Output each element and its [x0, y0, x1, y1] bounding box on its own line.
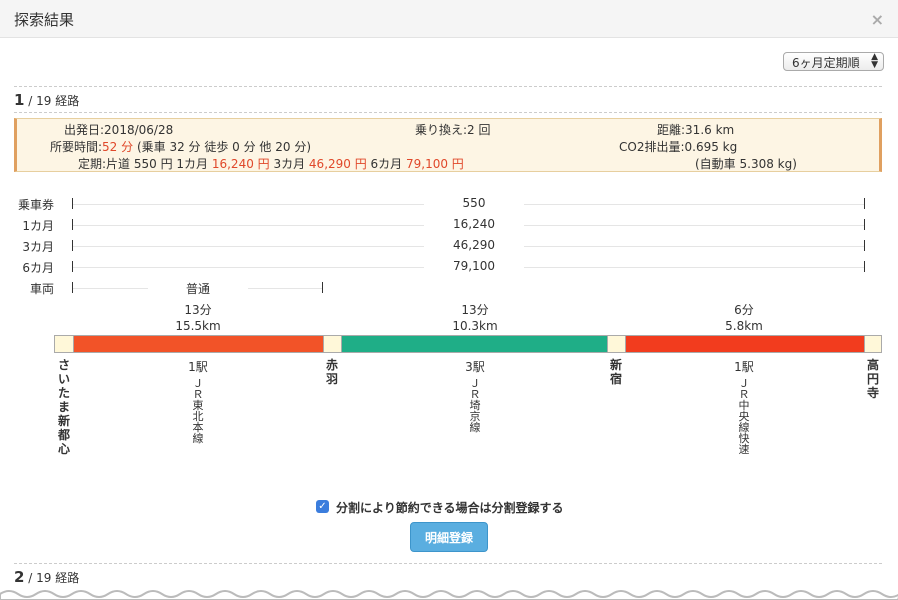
station-marker: [323, 335, 342, 353]
modal-header: 探索結果 ×: [0, 0, 898, 38]
time-detail: (乗車 32 分 徒歩 0 分 他 20 分): [133, 140, 312, 154]
time-value: 52 分: [102, 140, 134, 154]
pass-prefix: 定期:片道 550 円 1カ月: [78, 157, 212, 171]
sort-select[interactable]: 6ヶ月定期順 ▲ ▼: [783, 52, 884, 71]
line-segment: [626, 335, 864, 353]
route-summary: 出発日:2018/06/28 乗り換え:2 回 距離:31.6 km 所要時間:…: [14, 118, 882, 172]
split-checkbox[interactable]: ✓: [316, 500, 329, 513]
divider: [14, 112, 882, 113]
modal-title: 探索結果: [14, 11, 75, 29]
route-total: / 19 経路: [24, 94, 80, 108]
distance: 距離:31.6 km: [657, 123, 735, 137]
departure-date: 出発日:2018/06/28: [64, 123, 174, 137]
fare-value: 550: [424, 196, 524, 210]
fare-label: 1カ月: [22, 219, 54, 233]
close-icon[interactable]: ×: [871, 10, 884, 29]
fare-value: 79,100: [424, 259, 524, 273]
fare-label: 3カ月: [22, 240, 54, 254]
route-header-1: 1 / 19 経路: [14, 91, 79, 109]
line-name: ＪＲ埼京線: [469, 377, 481, 434]
time-label: 所要時間:: [50, 140, 103, 154]
line-segment: [342, 335, 607, 353]
fare-value: 46,290: [424, 238, 524, 252]
fare-label: 6カ月: [22, 261, 54, 275]
pass-1m: 16,240 円: [211, 157, 270, 171]
pass-3m-label: 3カ月: [269, 157, 309, 171]
line-name: ＪＲ中央線快速: [738, 377, 750, 456]
sort-selected: 6ヶ月定期順: [792, 56, 860, 70]
stop-count: 1駅: [188, 360, 208, 374]
fare-label: 車両: [29, 282, 54, 296]
route-total: / 19 経路: [24, 571, 80, 585]
pass-6m-label: 6カ月: [366, 157, 406, 171]
car-tick: [322, 282, 323, 293]
station-name: 赤羽: [325, 358, 338, 386]
select-arrows-icon: ▲ ▼: [871, 52, 878, 70]
segment-time: 13分: [184, 303, 212, 317]
station-name: さいたま新都心: [57, 358, 70, 456]
line-name: ＪＲ東北本線: [192, 377, 204, 445]
segment-time: 6分: [734, 303, 754, 317]
register-detail-button[interactable]: 明細登録: [410, 522, 488, 552]
car-type: 普通: [148, 280, 248, 297]
fare-value: 16,240: [424, 217, 524, 231]
route-header-2: 2 / 19 経路: [14, 568, 79, 586]
station-marker: [864, 335, 882, 353]
segment-distance: 5.8km: [725, 319, 763, 333]
divider: [14, 563, 882, 564]
fare-tick: [864, 198, 865, 209]
transfer-count: 乗り換え:2 回: [415, 123, 491, 137]
divider: [14, 86, 882, 87]
route-index: 1: [14, 91, 25, 109]
stop-count: 1駅: [734, 360, 754, 374]
segment-distance: 15.5km: [175, 319, 221, 333]
fare-label: 乗車券: [17, 198, 54, 212]
travel-time: 所要時間:52 分 (乗車 32 分 徒歩 0 分 他 20 分): [50, 138, 311, 155]
station-marker: [54, 335, 74, 353]
station-name: 新宿: [609, 358, 622, 386]
pass-6m: 79,100 円: [406, 157, 464, 171]
segment-time: 13分: [461, 303, 489, 317]
route-index: 2: [14, 568, 25, 586]
pass-3m: 46,290 円: [308, 157, 367, 171]
station-name: 高円寺: [866, 358, 879, 400]
co2-emission: CO2排出量:0.695 kg: [619, 140, 738, 154]
car-emission: (自動車 5.308 kg): [695, 157, 797, 171]
fare-tick: [864, 219, 865, 230]
split-checkbox-label[interactable]: 分割により節約できる場合は分割登録する: [336, 499, 564, 516]
line-segment: [74, 335, 323, 353]
segment-distance: 10.3km: [452, 319, 498, 333]
torn-edge: [0, 590, 898, 600]
fare-tick: [864, 261, 865, 272]
station-marker: [607, 335, 626, 353]
stop-count: 3駅: [465, 360, 485, 374]
fare-tick: [864, 240, 865, 251]
pass-prices: 定期:片道 550 円 1カ月 16,240 円 3カ月 46,290 円 6カ…: [78, 155, 464, 172]
